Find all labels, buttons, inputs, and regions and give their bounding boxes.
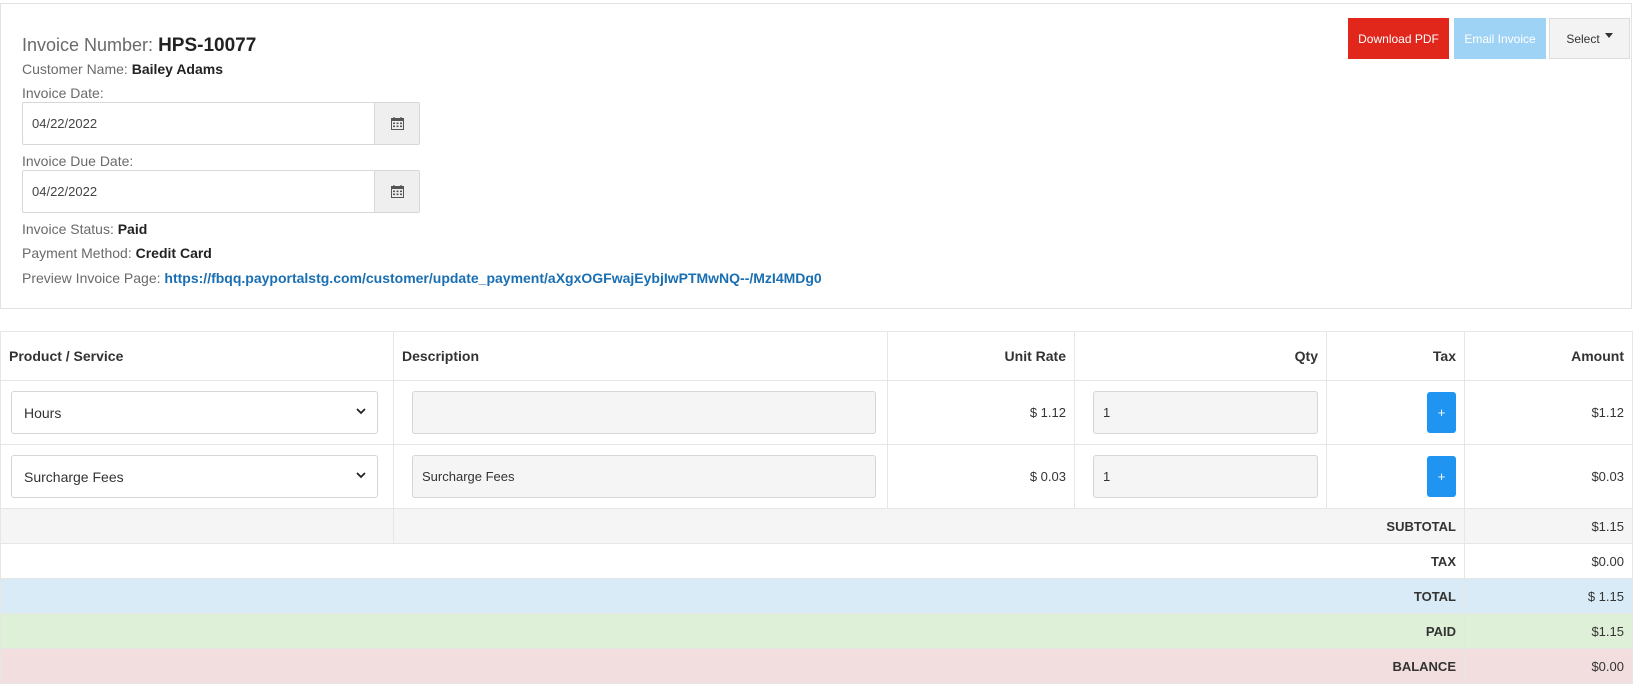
qty-input[interactable] — [1093, 391, 1318, 434]
invoice-date-input[interactable] — [22, 102, 374, 145]
amount-cell: $1.12 — [1464, 380, 1633, 445]
paid-row: PAID $1.15 — [0, 613, 1633, 649]
customer-name-line: Customer Name: Bailey Adams — [22, 61, 223, 77]
product-cell: Surcharge Fees — [0, 444, 394, 509]
qty-input[interactable] — [1093, 455, 1318, 498]
paid-label: PAID — [0, 613, 1465, 649]
subtotal-value: $1.15 — [1464, 508, 1633, 544]
header-unit-rate: Unit Rate — [887, 331, 1075, 381]
invoice-due-date-group — [22, 170, 420, 213]
table-row: Hours $ 1.12 + $1.12 — [0, 380, 1633, 445]
table-header-row: Product / Service Description Unit Rate … — [0, 331, 1633, 381]
customer-name: Bailey Adams — [131, 61, 224, 77]
product-cell: Hours — [0, 380, 394, 445]
caret-down-icon — [1604, 32, 1613, 38]
invoice-status: Paid — [117, 221, 148, 237]
qty-cell — [1074, 444, 1327, 509]
invoice-due-label-line: Invoice Due Date: — [22, 153, 133, 169]
tax-total-value: $0.00 — [1464, 543, 1633, 579]
invoice-number-line: Invoice Number: HPS-10077 — [22, 35, 256, 57]
invoice-due-date-input[interactable] — [22, 170, 374, 213]
invoice-due-date-calendar-button[interactable] — [374, 170, 420, 213]
tax-total-label: TAX — [0, 543, 1465, 579]
calendar-icon — [390, 117, 404, 130]
select-label: Select — [1566, 31, 1600, 46]
product-select[interactable]: Surcharge Fees — [11, 455, 378, 498]
description-cell — [393, 380, 888, 445]
description-cell — [393, 444, 888, 509]
add-tax-button[interactable]: + — [1427, 392, 1456, 433]
product-select-wrap: Hours — [11, 391, 378, 434]
balance-row: BALANCE $0.00 — [0, 648, 1633, 684]
payment-method-label: Payment Method: — [22, 245, 132, 261]
invoice-date-group — [22, 102, 420, 145]
invoice-number: HPS-10077 — [158, 35, 257, 56]
preview-invoice-link[interactable]: https://fbqq.payportalstg.com/customer/u… — [164, 270, 821, 286]
product-select-wrap: Surcharge Fees — [11, 455, 378, 498]
header-tax: Tax — [1326, 331, 1465, 381]
invoice-status-line: Invoice Status: Paid — [22, 221, 147, 237]
balance-label: BALANCE — [0, 648, 1465, 684]
total-value: $ 1.15 — [1464, 578, 1633, 614]
email-invoice-button[interactable]: Email Invoice — [1454, 18, 1546, 59]
paid-value: $1.15 — [1464, 613, 1633, 649]
balance-value: $0.00 — [1464, 648, 1633, 684]
invoice-status-label: Invoice Status: — [22, 221, 114, 237]
payment-method: Credit Card — [135, 245, 212, 261]
description-input[interactable] — [412, 391, 876, 434]
calendar-icon — [390, 185, 404, 198]
download-pdf-button[interactable]: Download PDF — [1348, 18, 1449, 59]
header-description: Description — [393, 331, 888, 381]
header-product: Product / Service — [0, 331, 394, 381]
subtotal-label: SUBTOTAL — [393, 508, 1465, 544]
tax-cell: + — [1326, 444, 1465, 509]
table-row: Surcharge Fees $ 0.03 + $0.03 — [0, 444, 1633, 509]
select-dropdown-button[interactable]: Select — [1549, 18, 1630, 59]
customer-name-label: Customer Name: — [22, 61, 128, 77]
product-select[interactable]: Hours — [11, 391, 378, 434]
total-row: TOTAL $ 1.15 — [0, 578, 1633, 614]
invoice-details-panel: Invoice Number: HPS-10077 Customer Name:… — [0, 3, 1632, 309]
invoice-date-calendar-button[interactable] — [374, 102, 420, 145]
header-amount: Amount — [1464, 331, 1633, 381]
subtotal-row: SUBTOTAL $1.15 — [0, 508, 1633, 544]
header-qty: Qty — [1074, 331, 1327, 381]
preview-invoice-line: Preview Invoice Page: https://fbqq.paypo… — [22, 270, 822, 286]
qty-cell — [1074, 380, 1327, 445]
invoice-date-label: Invoice Date: — [22, 85, 104, 101]
tax-cell: + — [1326, 380, 1465, 445]
total-label: TOTAL — [0, 578, 1465, 614]
unit-rate-cell: $ 1.12 — [887, 380, 1075, 445]
invoice-date-label-line: Invoice Date: — [22, 85, 104, 101]
add-tax-button[interactable]: + — [1427, 456, 1456, 497]
unit-rate-cell: $ 0.03 — [887, 444, 1075, 509]
line-items-table-wrapper: Product / Service Description Unit Rate … — [0, 331, 1633, 684]
line-items-table: Product / Service Description Unit Rate … — [0, 331, 1633, 684]
preview-invoice-label: Preview Invoice Page: — [22, 270, 161, 286]
amount-cell: $0.03 — [1464, 444, 1633, 509]
invoice-number-label: Invoice Number: — [22, 35, 154, 55]
description-input[interactable] — [412, 455, 876, 498]
payment-method-line: Payment Method: Credit Card — [22, 245, 212, 261]
tax-row: TAX $0.00 — [0, 543, 1633, 579]
empty-cell — [0, 508, 394, 544]
invoice-due-date-label: Invoice Due Date: — [22, 153, 134, 169]
